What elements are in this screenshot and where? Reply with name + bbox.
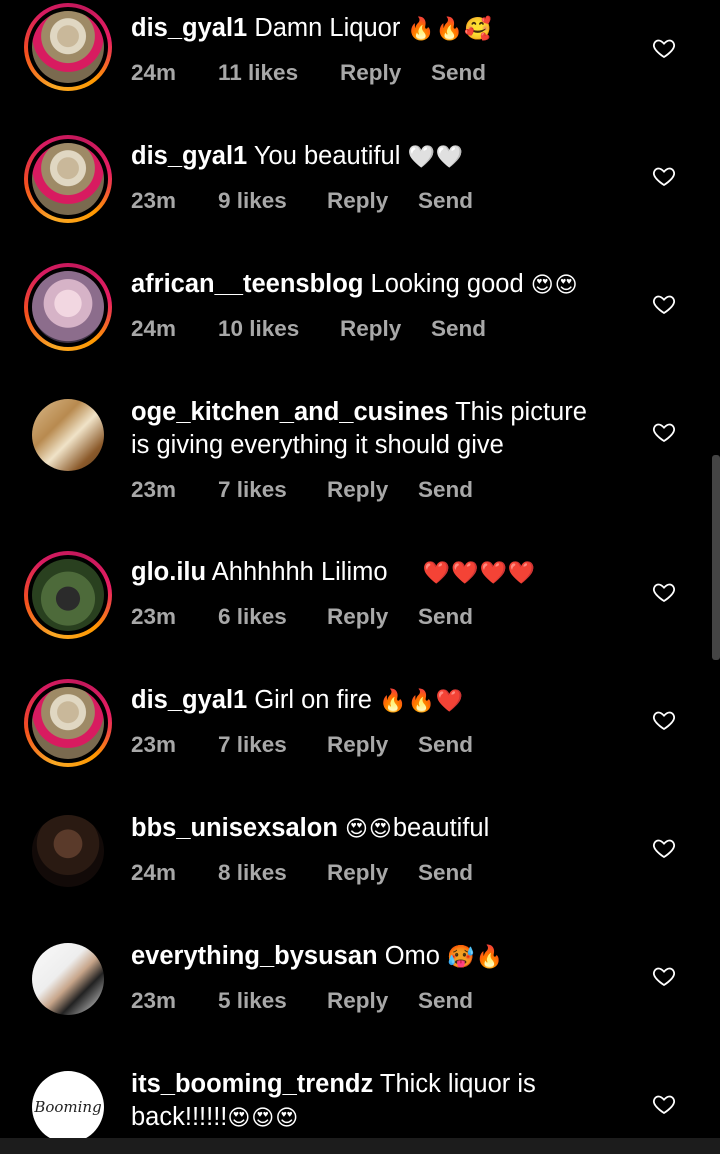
likes-count[interactable]: 7 likes xyxy=(218,477,287,503)
comment-time: 23m xyxy=(131,188,177,213)
likes-count[interactable]: 7 likes xyxy=(218,732,287,758)
comment-time: 24m xyxy=(131,860,177,885)
heart-icon[interactable] xyxy=(652,836,676,860)
avatar[interactable] xyxy=(24,3,112,91)
comment-time: 23m xyxy=(131,988,177,1013)
reply-button[interactable]: Reply xyxy=(340,60,401,86)
comment-emoji: ❤️❤️❤️❤️ xyxy=(422,561,537,586)
avatar[interactable] xyxy=(24,551,112,639)
comment-emoji: 😍😍 xyxy=(345,817,393,842)
comment-text: You beautiful xyxy=(253,142,401,170)
avatar[interactable]: Booming xyxy=(32,1071,104,1143)
avatar[interactable] xyxy=(32,815,104,887)
send-button[interactable]: Send xyxy=(418,188,473,214)
comment-text: Omo xyxy=(384,942,440,970)
comment-emoji: 😍😍 xyxy=(530,273,579,298)
reply-button[interactable]: Reply xyxy=(340,316,401,342)
username[interactable]: its_booming_trendz xyxy=(131,1070,373,1098)
comment-text: Damn Liquor xyxy=(254,14,401,42)
send-button[interactable]: Send xyxy=(431,60,486,86)
username[interactable]: african__teensblog xyxy=(131,270,363,298)
comment-time: 23m xyxy=(131,604,177,629)
comment-text: Ahhhhhh Lilimo xyxy=(211,558,388,586)
heart-icon[interactable] xyxy=(652,580,676,604)
scrollbar[interactable] xyxy=(712,455,720,660)
username[interactable]: dis_gyal1 xyxy=(131,142,247,170)
comment-emoji: 🤍🤍 xyxy=(407,145,465,170)
send-button[interactable]: Send xyxy=(418,988,473,1014)
booming-logo: Booming xyxy=(34,1098,102,1116)
comment-time: 23m xyxy=(131,477,177,502)
reply-button[interactable]: Reply xyxy=(327,860,388,886)
send-button[interactable]: Send xyxy=(418,604,473,630)
avatar[interactable] xyxy=(24,263,112,351)
heart-icon[interactable] xyxy=(652,420,676,444)
reply-button[interactable]: Reply xyxy=(327,188,388,214)
username[interactable]: everything_bysusan xyxy=(131,942,378,970)
likes-count[interactable]: 11 likes xyxy=(218,60,298,86)
heart-icon[interactable] xyxy=(652,708,676,732)
send-button[interactable]: Send xyxy=(418,477,473,503)
reply-button[interactable]: Reply xyxy=(327,604,388,630)
username[interactable]: dis_gyal1 xyxy=(131,686,247,714)
reply-button[interactable]: Reply xyxy=(327,988,388,1014)
likes-count[interactable]: 8 likes xyxy=(218,860,287,886)
comment-emoji: 🥵🔥 xyxy=(447,945,504,970)
bottom-bar xyxy=(0,1138,720,1154)
username[interactable]: glo.ilu xyxy=(131,558,206,586)
username[interactable]: oge_kitchen_and_cusines xyxy=(131,398,448,426)
avatar[interactable] xyxy=(32,943,104,1015)
reply-button[interactable]: Reply xyxy=(327,732,388,758)
likes-count[interactable]: 9 likes xyxy=(218,188,287,214)
username[interactable]: bbs_unisexsalon xyxy=(131,814,338,842)
send-button[interactable]: Send xyxy=(431,316,486,342)
reply-button[interactable]: Reply xyxy=(327,477,388,503)
likes-count[interactable]: 10 likes xyxy=(218,316,299,342)
avatar[interactable] xyxy=(32,399,104,471)
send-button[interactable]: Send xyxy=(418,860,473,886)
comment-text: Looking good xyxy=(370,270,524,298)
avatar[interactable] xyxy=(24,679,112,767)
comment-text: Girl on fire xyxy=(254,686,372,714)
username[interactable]: dis_gyal1 xyxy=(131,14,247,42)
comment-time: 24m xyxy=(131,316,177,341)
likes-count[interactable]: 5 likes xyxy=(218,988,287,1014)
comment-text: beautiful xyxy=(392,814,490,842)
comment-emoji: 😍😍😍 xyxy=(227,1106,300,1131)
send-button[interactable]: Send xyxy=(418,732,473,758)
comment-time: 24m xyxy=(131,60,177,85)
likes-count[interactable]: 6 likes xyxy=(218,604,287,630)
comment-time: 23m xyxy=(131,732,177,757)
comment-emoji: 🔥🔥🥰 xyxy=(407,17,493,42)
avatar[interactable] xyxy=(24,135,112,223)
heart-icon[interactable] xyxy=(652,964,676,988)
heart-icon[interactable] xyxy=(652,36,676,60)
heart-icon[interactable] xyxy=(652,164,676,188)
heart-icon[interactable] xyxy=(652,1092,676,1116)
heart-icon[interactable] xyxy=(652,292,676,316)
comment-emoji: 🔥🔥❤️ xyxy=(379,689,465,714)
